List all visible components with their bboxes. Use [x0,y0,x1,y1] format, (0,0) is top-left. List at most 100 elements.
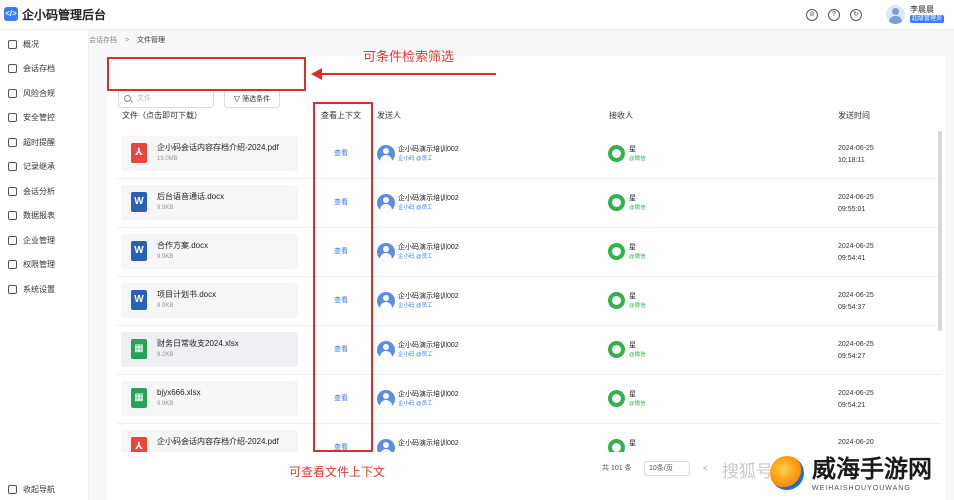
sender-cell: 企小码演示培训002 企小码 @员工 [377,192,487,214]
user-avatar[interactable] [886,5,905,24]
chart-icon [8,211,17,221]
file-card[interactable]: ▦ bjyx666.xlsx 9.9KB [121,381,298,416]
vertical-scrollbar[interactable] [938,131,942,331]
sender-name: 企小码演示培训002 [398,342,459,349]
help-icon[interactable]: ? [828,9,840,21]
user-name[interactable]: 李晨晨 [910,5,934,15]
row-divider [117,227,942,228]
context-annotation-text: 可查看文件上下文 [289,465,386,479]
refresh-icon[interactable]: ↻ [850,9,862,21]
overview-icon [8,40,17,50]
filter-annotation-box [107,57,306,91]
receiver-cell: 星 @微信 [608,192,668,214]
send-time: 09:54:41 [838,255,866,262]
receiver-name: 星 [629,342,636,349]
receiver-sub: @微信 [629,205,646,211]
file-size: 19.0MB [157,156,178,162]
sender-avatar [377,194,395,212]
sender-cell: 企小码演示培训002 企小码 @员工 [377,143,487,165]
word-icon: W [131,290,147,310]
send-date: 2024-06-25 [838,194,874,201]
sidebar-item-enterprise[interactable]: 企业管理 [8,234,55,248]
file-name: 项目计划书.docx [157,290,217,299]
search-input[interactable]: 文件 [118,89,214,108]
sidebar-item-session-archive[interactable]: 会话存档 [8,62,55,76]
send-time: 10:18:11 [838,157,865,164]
breadcrumb-current: 文件管理 [137,37,165,44]
risk-icon [8,89,17,99]
watermark-brand: 威海手游网 [812,456,932,483]
wechat-avatar-icon [608,145,625,162]
sender-avatar [377,145,395,163]
context-annotation-box [313,102,373,452]
sidebar-item-overview[interactable]: 概况 [8,38,39,52]
sender-name: 企小码演示培训002 [398,244,459,251]
sidebar-item-permissions[interactable]: 权限管理 [8,258,55,272]
column-header-time: 发送时间 [838,111,870,120]
compass-icon[interactable]: ⊘ [806,9,818,21]
clock-icon [8,138,17,148]
annotation-arrow [320,73,496,75]
row-divider [117,276,942,277]
file-card[interactable]: ⅄ 企小码会话内容存档介绍-2024.pdf 19.0MB [121,136,298,171]
sender-cell: 企小码演示培训002 企小码 @员工 [377,339,487,361]
send-time: 09:54:27 [838,353,866,360]
sender-sub: 企小码 @员工 [398,352,433,358]
column-header-sender: 发送人 [377,111,401,120]
row-divider [117,178,942,179]
top-bar: </> 企小码管理后台 ⊘ ? ↻ 李晨晨 超级管理员 [0,0,954,30]
pdf-icon: ⅄ [131,143,147,163]
sender-avatar [377,243,395,261]
gear-icon [8,285,17,295]
record-icon [8,162,17,172]
breadcrumb-separator: > [124,37,130,44]
prev-page-button[interactable]: < [703,464,708,474]
excel-icon: ▦ [131,339,147,359]
app-title: 企小码管理后台 [22,8,107,22]
file-card[interactable]: W 合作方案.docx 9.9KB [121,234,298,269]
receiver-cell: 星 @微信 [608,143,668,165]
receiver-cell: 星 @微信 [608,241,668,263]
file-card[interactable]: W 项目计划书.docx 9.9KB [121,283,298,318]
receiver-sub: @微信 [629,401,646,407]
receiver-name: 星 [629,146,636,153]
sender-sub: 企小码 @员工 [398,254,433,260]
file-card[interactable]: W 后台语音通话.docx 9.9KB [121,185,298,220]
row-divider [117,423,942,424]
filter-button[interactable]: ▽ 筛选条件 [224,89,280,108]
file-name: 企小码会话内容存档介绍-2024.pdf [157,143,279,152]
sidebar-item-settings[interactable]: 系统设置 [8,283,55,297]
send-time: 09:54:21 [838,402,866,409]
file-size: 9.9KB [157,205,174,211]
sidebar-item-risk[interactable]: 风险合规 [8,87,55,101]
filter-annotation-text: 可条件检索筛选 [363,49,455,64]
receiver-name: 星 [629,244,636,251]
sidebar-item-analysis[interactable]: 会话分析 [8,185,55,199]
wechat-avatar-icon [608,292,625,309]
sidebar-item-reports[interactable]: 数据报表 [8,209,55,223]
receiver-sub: @微信 [629,156,646,162]
sidebar-item-security[interactable]: 安全管控 [8,111,55,125]
send-date: 2024-06-25 [838,341,874,348]
row-divider [117,325,942,326]
file-size: 9.9KB [157,254,174,260]
sidebar-item-timeout[interactable]: 超时提醒 [8,136,55,150]
watermark-logo-icon [770,456,804,490]
file-card[interactable]: ▦ 财务日常收支2024.xlsx 9.2KB [121,332,298,367]
receiver-cell: 星 @微信 [608,290,668,312]
sidebar-item-record[interactable]: 记录继承 [8,160,55,174]
receiver-name: 星 [629,293,636,300]
watermark-left-text: 搜狐号 [722,462,773,481]
send-date: 2024-06-25 [838,292,874,299]
sender-sub: 企小码 @员工 [398,303,433,309]
file-size: 9.2KB [157,352,174,358]
breadcrumb-parent[interactable]: 会话存档 [89,37,117,44]
watermark-domain: WEIHAISHOUYOUWANG [812,485,911,492]
file-name: 财务日常收支2024.xlsx [157,339,239,348]
org-icon [8,236,17,246]
sender-cell: 企小码演示培训002 企小码 @员工 [377,290,487,312]
collapse-nav-button[interactable]: 收起导航 [8,483,55,497]
page-size-select[interactable]: 10条/页 [644,461,690,476]
sender-sub: 企小码 @员工 [398,205,433,211]
shield-icon [8,113,17,123]
